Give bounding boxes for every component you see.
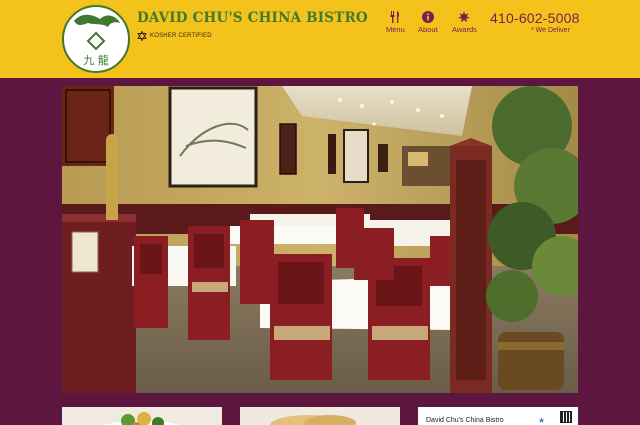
kosher-badge: KOSHER CERTIFIED <box>137 30 212 42</box>
phone-number[interactable]: 410-602-5008 <box>490 10 580 26</box>
kosher-label: KOSHER CERTIFIED <box>150 33 212 39</box>
hero-dining-room-photo <box>62 86 578 393</box>
star-of-david-icon <box>137 31 147 41</box>
award-starburst-icon <box>458 11 471 23</box>
dish-photo-icon <box>103 412 181 425</box>
nav-about-label: About <box>418 25 438 34</box>
nav-awards-label: Awards <box>452 25 477 34</box>
nav-menu-label: Menu <box>386 25 405 34</box>
food-photo-icon <box>270 415 356 425</box>
location-map-card[interactable]: David Chu's China Bistro ★ <box>418 407 578 425</box>
map-star-icon[interactable]: ★ <box>538 416 545 425</box>
nav-menu[interactable]: Menu <box>386 11 405 34</box>
qr-code-icon <box>560 411 572 423</box>
site-header: 九 龍 DAVID CHU'S CHINA BISTRO KOSHER CERT… <box>0 0 640 78</box>
dragon-logo-icon: 九 龍 <box>74 14 120 67</box>
logo-glyphs: 九 龍 <box>83 53 109 67</box>
fork-knife-icon <box>390 11 400 23</box>
nav-about[interactable]: About <box>418 11 438 34</box>
featured-card-dish[interactable] <box>62 407 222 425</box>
map-location-label: David Chu's China Bistro <box>426 417 504 424</box>
info-icon <box>421 11 434 23</box>
brand-name[interactable]: DAVID CHU'S CHINA BISTRO <box>137 10 368 26</box>
nav-awards[interactable]: Awards <box>452 11 477 34</box>
featured-card-food[interactable] <box>240 407 400 425</box>
delivery-note: * We Deliver <box>531 27 570 34</box>
restaurant-logo[interactable]: 九 龍 <box>62 5 130 73</box>
